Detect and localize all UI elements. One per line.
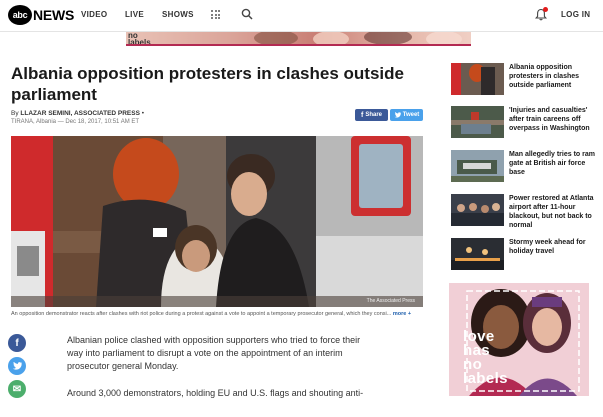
facebook-share-icon[interactable]: f	[8, 334, 26, 352]
article-headline: Albania opposition protesters in clashes…	[11, 64, 404, 104]
sidebar-thumbnail	[451, 194, 504, 226]
login-link[interactable]: LOG IN	[561, 10, 590, 19]
abc-news-logo[interactable]: abc NEWS	[8, 5, 74, 25]
logo-text: NEWS	[33, 7, 75, 23]
top-nav: abc NEWS VIDEO LIVE SHOWS LOG IN	[0, 0, 603, 32]
sidebar-story-title: Man allegedly tries to ram gate at Briti…	[509, 151, 595, 176]
byline-author[interactable]: LLAZAR SEMINI, ASSOCIATED PRESS	[20, 110, 140, 117]
article-paragraph: Albanian police clashed with opposition …	[67, 335, 361, 371]
article-paragraph: Around 3,000 demonstrators, holding EU a…	[67, 388, 364, 398]
sidebar-thumbnail	[451, 63, 504, 95]
photo-caption: An opposition demonstrator reacts after …	[11, 311, 412, 317]
notification-dot	[543, 7, 548, 12]
sidebar-story[interactable]: Stormy week ahead for holiday travel	[451, 238, 601, 270]
top-ad-image	[254, 32, 462, 44]
twitter-bird-icon	[12, 362, 22, 370]
article-photo[interactable]: The Associated Press	[11, 136, 423, 307]
share-twitter-button[interactable]: Tweet	[390, 109, 423, 121]
sidebar-ad-text: love has no labels	[463, 328, 508, 387]
sidebar-ad[interactable]: love has no labels	[449, 283, 589, 396]
search-icon[interactable]	[241, 8, 253, 20]
top-banner-ad[interactable]: no labels	[126, 32, 471, 46]
sidebar-story-title: Power restored at Atlanta airport after …	[509, 195, 594, 229]
sidebar-story[interactable]: Man allegedly tries to ram gate at Briti…	[451, 150, 601, 182]
twitter-share-icon[interactable]	[8, 357, 26, 375]
sidebar-story-title: 'Injuries and casualties' after train ca…	[509, 107, 590, 132]
article-photo-illustration: The Associated Press	[11, 136, 423, 307]
caption-more-link[interactable]: more +	[393, 311, 411, 317]
email-share-icon[interactable]: ✉	[8, 380, 26, 398]
sidebar-story-title: Stormy week ahead for holiday travel	[509, 239, 586, 255]
facebook-icon: f	[360, 111, 364, 119]
dateline: TIRANA, Albania — Dec 18, 2017, 10:51 AM…	[11, 119, 140, 125]
byline: By LLAZAR SEMINI, ASSOCIATED PRESS •	[11, 110, 145, 117]
photo-credit: The Associated Press	[367, 298, 416, 304]
share-facebook-button[interactable]: f Share	[355, 109, 388, 121]
twitter-icon	[394, 112, 401, 118]
logo-mark: abc	[8, 5, 32, 25]
sidebar-story-title: Albania opposition protesters in clashes…	[509, 64, 580, 89]
sidebar-thumbnail	[451, 106, 504, 138]
nav-link-video[interactable]: VIDEO	[81, 10, 107, 19]
sidebar-story[interactable]: 'Injuries and casualties' after train ca…	[451, 106, 601, 138]
sidebar-story[interactable]: Power restored at Atlanta airport after …	[451, 194, 601, 229]
nav-link-shows[interactable]: SHOWS	[162, 10, 194, 19]
nav-link-live[interactable]: LIVE	[125, 10, 144, 19]
sidebar-thumbnail	[451, 150, 504, 182]
sidebar-story[interactable]: Albania opposition protesters in clashes…	[451, 63, 601, 95]
grid-icon[interactable]	[211, 10, 220, 19]
sidebar-thumbnail	[451, 238, 504, 270]
